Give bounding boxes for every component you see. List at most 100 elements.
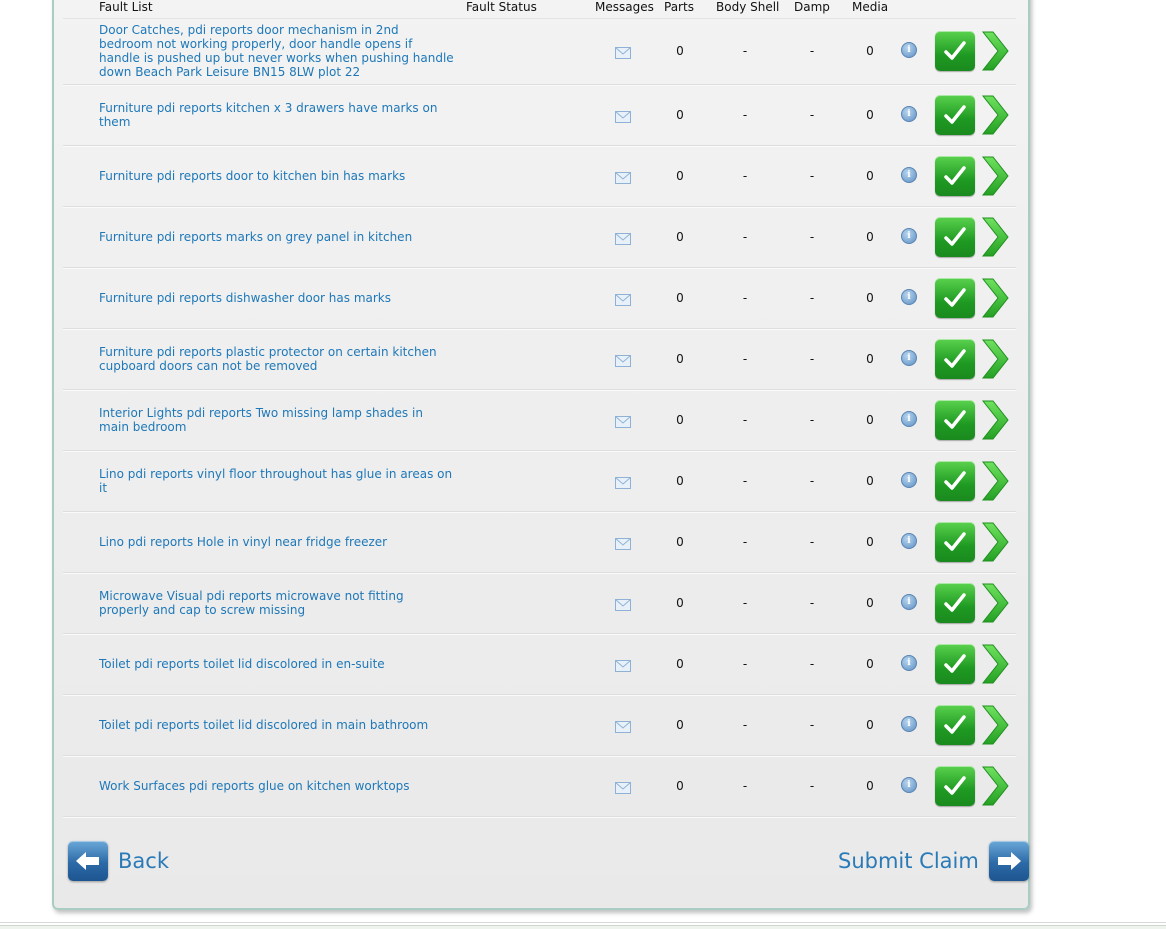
envelope-icon[interactable] bbox=[615, 474, 631, 489]
back-button[interactable]: Back bbox=[68, 841, 169, 881]
info-icon[interactable]: i bbox=[901, 411, 917, 427]
approve-button[interactable] bbox=[935, 400, 975, 440]
approve-button[interactable] bbox=[935, 583, 975, 623]
body-shell-value: - bbox=[742, 169, 748, 183]
fault-description-link[interactable]: Furniture pdi reports plastic protector … bbox=[99, 345, 454, 373]
chevron-right-icon bbox=[981, 522, 1009, 562]
body-shell-value: - bbox=[742, 44, 748, 58]
fault-row: Furniture pdi reports kitchen x 3 drawer… bbox=[63, 85, 1016, 146]
column-damp: Damp bbox=[794, 0, 830, 14]
chevron-right-icon bbox=[981, 156, 1009, 196]
checkmark-icon bbox=[944, 471, 966, 490]
approve-button[interactable] bbox=[935, 217, 975, 257]
open-fault-button[interactable] bbox=[980, 765, 1010, 807]
approve-button[interactable] bbox=[935, 95, 975, 135]
fault-description-link[interactable]: Door Catches, pdi reports door mechanism… bbox=[99, 23, 454, 79]
parts-count: 0 bbox=[676, 474, 684, 488]
open-fault-button[interactable] bbox=[980, 94, 1010, 136]
open-fault-button[interactable] bbox=[980, 582, 1010, 624]
open-fault-button[interactable] bbox=[980, 338, 1010, 380]
damp-value: - bbox=[809, 108, 815, 122]
approve-button[interactable] bbox=[935, 31, 975, 71]
approve-button[interactable] bbox=[935, 522, 975, 562]
envelope-icon[interactable] bbox=[615, 352, 631, 367]
checkmark-icon bbox=[944, 532, 966, 551]
fault-description-link[interactable]: Toilet pdi reports toilet lid discolored… bbox=[99, 657, 454, 671]
info-icon[interactable]: i bbox=[901, 594, 917, 610]
chevron-right-icon bbox=[981, 278, 1009, 318]
info-icon[interactable]: i bbox=[901, 289, 917, 305]
body-shell-value: - bbox=[742, 596, 748, 610]
fault-description-link[interactable]: Interior Lights pdi reports Two missing … bbox=[99, 406, 454, 434]
info-icon[interactable]: i bbox=[901, 533, 917, 549]
open-fault-button[interactable] bbox=[980, 30, 1010, 72]
info-icon[interactable]: i bbox=[901, 350, 917, 366]
checkmark-icon bbox=[944, 41, 966, 60]
open-fault-button[interactable] bbox=[980, 521, 1010, 563]
info-icon[interactable]: i bbox=[901, 228, 917, 244]
envelope-icon[interactable] bbox=[615, 657, 631, 672]
damp-value: - bbox=[809, 718, 815, 732]
envelope-icon[interactable] bbox=[615, 44, 631, 59]
approve-button[interactable] bbox=[935, 461, 975, 501]
media-count: 0 bbox=[866, 108, 874, 122]
open-fault-button[interactable] bbox=[980, 704, 1010, 746]
checkmark-icon bbox=[944, 776, 966, 795]
media-count: 0 bbox=[866, 352, 874, 366]
column-fault-list: Fault List bbox=[99, 0, 153, 14]
open-fault-button[interactable] bbox=[980, 155, 1010, 197]
body-shell-value: - bbox=[742, 108, 748, 122]
damp-value: - bbox=[809, 291, 815, 305]
fault-description-link[interactable]: Lino pdi reports Hole in vinyl near frid… bbox=[99, 535, 454, 549]
media-count: 0 bbox=[866, 230, 874, 244]
info-icon[interactable]: i bbox=[901, 655, 917, 671]
info-icon[interactable]: i bbox=[901, 472, 917, 488]
fault-row: Door Catches, pdi reports door mechanism… bbox=[63, 18, 1016, 85]
envelope-icon[interactable] bbox=[615, 596, 631, 611]
fault-description-link[interactable]: Furniture pdi reports kitchen x 3 drawer… bbox=[99, 101, 454, 129]
approve-button[interactable] bbox=[935, 644, 975, 684]
envelope-icon[interactable] bbox=[615, 535, 631, 550]
fault-description-link[interactable]: Furniture pdi reports dishwasher door ha… bbox=[99, 291, 454, 305]
submit-claim-button[interactable]: Submit Claim bbox=[838, 841, 1029, 881]
approve-button[interactable] bbox=[935, 278, 975, 318]
info-icon[interactable]: i bbox=[901, 777, 917, 793]
info-icon[interactable]: i bbox=[901, 167, 917, 183]
fault-description-link[interactable]: Furniture pdi reports marks on grey pane… bbox=[99, 230, 454, 244]
envelope-icon[interactable] bbox=[615, 779, 631, 794]
info-icon[interactable]: i bbox=[901, 106, 917, 122]
chevron-right-icon bbox=[981, 644, 1009, 684]
envelope-icon[interactable] bbox=[615, 108, 631, 123]
open-fault-button[interactable] bbox=[980, 460, 1010, 502]
media-count: 0 bbox=[866, 779, 874, 793]
info-icon[interactable]: i bbox=[901, 42, 917, 58]
open-fault-button[interactable] bbox=[980, 399, 1010, 441]
column-messages: Messages bbox=[595, 0, 654, 14]
fault-table-header: Fault List Fault Status Messages Parts B… bbox=[63, 0, 1016, 19]
envelope-icon[interactable] bbox=[615, 413, 631, 428]
approve-button[interactable] bbox=[935, 339, 975, 379]
fault-description-link[interactable]: Lino pdi reports vinyl floor throughout … bbox=[99, 467, 454, 495]
envelope-icon[interactable] bbox=[615, 718, 631, 733]
damp-value: - bbox=[809, 779, 815, 793]
body-shell-value: - bbox=[742, 413, 748, 427]
fault-description-link[interactable]: Microwave Visual pdi reports microwave n… bbox=[99, 589, 454, 617]
approve-button[interactable] bbox=[935, 156, 975, 196]
info-icon[interactable]: i bbox=[901, 716, 917, 732]
open-fault-button[interactable] bbox=[980, 277, 1010, 319]
approve-button[interactable] bbox=[935, 766, 975, 806]
fault-table-body: Door Catches, pdi reports door mechanism… bbox=[63, 18, 1016, 817]
envelope-icon[interactable] bbox=[615, 291, 631, 306]
parts-count: 0 bbox=[676, 44, 684, 58]
fault-description-link[interactable]: Work Surfaces pdi reports glue on kitche… bbox=[99, 779, 454, 793]
body-shell-value: - bbox=[742, 352, 748, 366]
envelope-icon[interactable] bbox=[615, 169, 631, 184]
fault-description-link[interactable]: Toilet pdi reports toilet lid discolored… bbox=[99, 718, 454, 732]
damp-value: - bbox=[809, 352, 815, 366]
open-fault-button[interactable] bbox=[980, 216, 1010, 258]
approve-button[interactable] bbox=[935, 705, 975, 745]
open-fault-button[interactable] bbox=[980, 643, 1010, 685]
envelope-icon[interactable] bbox=[615, 230, 631, 245]
fault-description-link[interactable]: Furniture pdi reports door to kitchen bi… bbox=[99, 169, 454, 183]
damp-value: - bbox=[809, 474, 815, 488]
